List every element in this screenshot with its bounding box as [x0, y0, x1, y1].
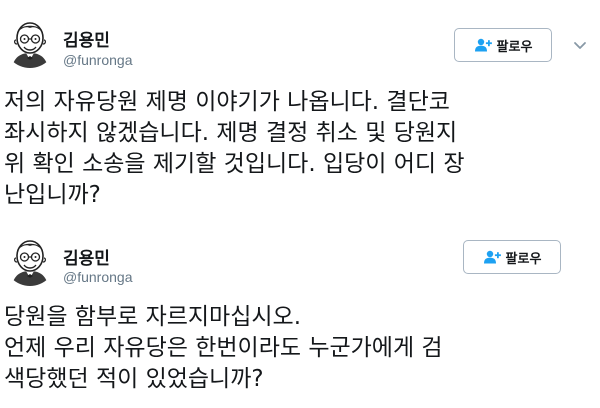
caricature-avatar-icon	[4, 16, 56, 68]
display-name[interactable]: 김용민	[63, 26, 110, 51]
caricature-avatar-icon	[4, 234, 56, 286]
tweet-2: 김용민 @funronga 팔로우 당원을 함부로 자르지마십시오. 언제 우리…	[0, 222, 600, 408]
tweet-text-line: 위 확인 소송을 제기할 것입니다. 입당이 어디 장	[4, 151, 465, 177]
user-handle[interactable]: @funronga	[63, 269, 132, 285]
tweet-text-line: 언제 우리 자유당은 한번이라도 누군가에게 검	[4, 335, 443, 361]
follow-button-label: 팔로우	[505, 251, 542, 267]
chevron-down-icon[interactable]	[572, 37, 588, 53]
follow-button[interactable]: 팔로우	[463, 240, 561, 274]
tweet-text-line: 좌시하지 않겠습니다. 제명 결정 취소 및 당원지	[4, 120, 458, 146]
add-user-icon	[474, 38, 492, 52]
tweet-text: 저의 자유당원 제명 이야기가 나옵니다. 결단코 좌시하지 않겠습니다. 제명…	[4, 87, 590, 211]
avatar[interactable]	[4, 234, 56, 286]
follow-button-label: 팔로우	[496, 39, 533, 55]
tweet-text-line: 색당했던 적이 있었습니까?	[4, 366, 264, 392]
display-name[interactable]: 김용민	[63, 244, 110, 269]
add-user-icon	[483, 250, 501, 264]
tweet-text-line: 난입니까?	[4, 182, 101, 208]
avatar[interactable]	[4, 16, 56, 68]
follow-button[interactable]: 팔로우	[454, 28, 552, 62]
user-handle[interactable]: @funronga	[63, 52, 132, 68]
tweet-text-line: 저의 자유당원 제명 이야기가 나옵니다. 결단코	[4, 89, 450, 115]
tweet-text: 당원을 함부로 자르지마십시오. 언제 우리 자유당은 한번이라도 누군가에게 …	[4, 302, 590, 395]
tweet-1: 김용민 @funronga 팔로우 저의 자유당원 제명 이야기가 나옵니다. …	[0, 0, 600, 220]
tweet-text-line: 당원을 함부로 자르지마십시오.	[4, 304, 302, 330]
